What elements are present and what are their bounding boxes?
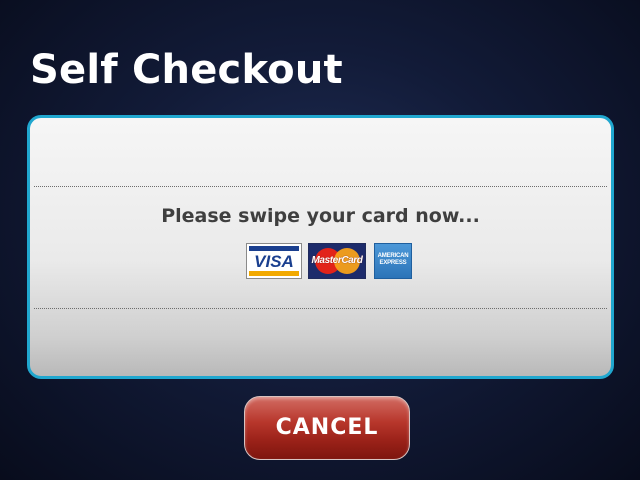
amex-logo-text: AMERICAN EXPRESS bbox=[377, 253, 409, 266]
visa-logo: VISA bbox=[246, 243, 302, 279]
card-swipe-panel: Please swipe your card now... VISA Maste… bbox=[27, 115, 614, 379]
accepted-cards: VISA MasterCard AMERICAN EXPRESS bbox=[30, 243, 611, 281]
visa-band-bottom bbox=[249, 271, 299, 276]
mastercard-logo-text: MasterCard bbox=[311, 255, 363, 266]
mastercard-logo: MasterCard bbox=[308, 243, 366, 279]
page-title: Self Checkout bbox=[30, 47, 343, 93]
divider-bottom bbox=[34, 308, 607, 309]
visa-logo-text: VISA bbox=[254, 252, 294, 271]
divider-top bbox=[34, 186, 607, 187]
cancel-button[interactable]: CANCEL bbox=[244, 396, 410, 460]
swipe-instruction: Please swipe your card now... bbox=[161, 205, 480, 227]
visa-band-top bbox=[249, 246, 299, 251]
american-express-logo: AMERICAN EXPRESS bbox=[374, 243, 412, 279]
